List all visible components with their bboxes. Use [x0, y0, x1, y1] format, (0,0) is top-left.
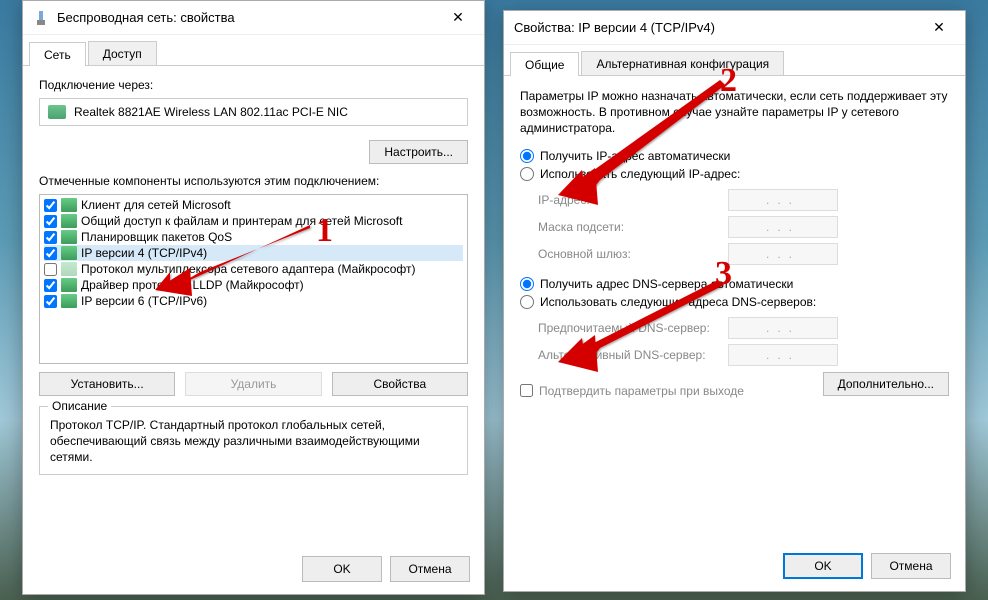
list-item-label: Драйвер протокола LLDP (Майкрософт)	[81, 278, 304, 292]
radio-label: Получить адрес DNS-сервера автоматически	[540, 277, 793, 291]
list-item-label: Общий доступ к файлам и принтерам для се…	[81, 214, 402, 228]
radio-ip-manual[interactable]: Использовать следующий IP-адрес:	[520, 167, 949, 181]
adapter-icon	[48, 105, 66, 119]
advanced-button[interactable]: Дополнительно...	[823, 372, 949, 396]
list-item[interactable]: Общий доступ к файлам и принтерам для се…	[44, 213, 463, 229]
network-properties-dialog: Беспроводная сеть: свойства ✕ Сеть Досту…	[22, 0, 485, 595]
ok-button[interactable]: OK	[302, 556, 382, 582]
checkbox-label: Подтвердить параметры при выходе	[539, 384, 744, 398]
radio-ip-auto[interactable]: Получить IP-адрес автоматически	[520, 149, 949, 163]
radio-dns-auto[interactable]: Получить адрес DNS-сервера автоматически	[520, 277, 949, 291]
list-item[interactable]: Протокол мультиплексора сетевого адаптер…	[44, 261, 463, 277]
protocol-icon	[61, 198, 77, 212]
list-item[interactable]: Драйвер протокола LLDP (Майкрософт)	[44, 277, 463, 293]
protocol-icon	[61, 230, 77, 244]
list-item-label: IP версии 4 (TCP/IPv4)	[81, 246, 207, 260]
dns-pref-label: Предпочитаемый DNS-сервер:	[538, 321, 728, 335]
ip-label: IP-адрес:	[538, 193, 728, 207]
adapter-box: Realtek 8821AE Wireless LAN 802.11ac PCI…	[39, 98, 468, 126]
list-item[interactable]: IP версии 6 (TCP/IPv6)	[44, 293, 463, 309]
components-label: Отмеченные компоненты используются этим …	[39, 174, 468, 188]
gateway-input: ...	[728, 243, 838, 265]
description-text: Протокол TCP/IP. Стандартный протокол гл…	[50, 417, 457, 466]
protocol-icon	[61, 246, 77, 260]
dns-radio-group: Получить адрес DNS-сервера автоматически…	[520, 277, 949, 309]
list-item-selected[interactable]: IP версии 4 (TCP/IPv4)	[44, 245, 463, 261]
components-list[interactable]: Клиент для сетей Microsoft Общий доступ …	[39, 194, 468, 364]
ipv4-properties-dialog: Свойства: IP версии 4 (TCP/IPv4) ✕ Общие…	[503, 10, 966, 592]
tab-row: Общие Альтернативная конфигурация	[504, 45, 965, 76]
tab-network[interactable]: Сеть	[29, 42, 86, 66]
properties-button[interactable]: Свойства	[332, 372, 468, 396]
cancel-button[interactable]: Отмена	[390, 556, 470, 582]
dns-alt-label: Альтернативный DNS-сервер:	[538, 348, 728, 362]
mask-label: Маска подсети:	[538, 220, 728, 234]
gateway-label: Основной шлюз:	[538, 247, 728, 261]
dns-fields: Предпочитаемый DNS-сервер:... Альтернати…	[520, 317, 949, 366]
configure-button[interactable]: Настроить...	[369, 140, 468, 164]
connect-via-label: Подключение через:	[39, 78, 468, 92]
radio-label: Использовать следующий IP-адрес:	[540, 167, 740, 181]
radio-input[interactable]	[520, 277, 534, 291]
checkbox[interactable]	[44, 247, 57, 260]
ip-fields: IP-адрес:... Маска подсети:... Основной …	[520, 189, 949, 265]
ok-button[interactable]: OK	[783, 553, 863, 579]
network-adapter-icon	[33, 10, 49, 26]
dns-alt-input: ...	[728, 344, 838, 366]
protocol-icon	[61, 278, 77, 292]
tab-general[interactable]: Общие	[510, 52, 579, 76]
titlebar: Свойства: IP версии 4 (TCP/IPv4) ✕	[504, 11, 965, 45]
radio-input[interactable]	[520, 167, 534, 181]
tab-alternative[interactable]: Альтернативная конфигурация	[581, 51, 784, 75]
protocol-icon	[61, 262, 77, 276]
info-text: Параметры IP можно назначать автоматичес…	[520, 88, 949, 137]
mask-input: ...	[728, 216, 838, 238]
list-item-label: Планировщик пакетов QoS	[81, 230, 232, 244]
ip-input: ...	[728, 189, 838, 211]
protocol-icon	[61, 214, 77, 228]
radio-dns-manual[interactable]: Использовать следующие адреса DNS-сервер…	[520, 295, 949, 309]
uninstall-button: Удалить	[185, 372, 321, 396]
list-item-label: Протокол мультиплексора сетевого адаптер…	[81, 262, 415, 276]
titlebar: Беспроводная сеть: свойства ✕	[23, 1, 484, 35]
checkbox[interactable]	[44, 295, 57, 308]
list-item-label: IP версии 6 (TCP/IPv6)	[81, 294, 207, 308]
tab-access[interactable]: Доступ	[88, 41, 157, 65]
dns-pref-input: ...	[728, 317, 838, 339]
checkbox[interactable]	[520, 384, 533, 397]
list-item[interactable]: Клиент для сетей Microsoft	[44, 197, 463, 213]
install-button[interactable]: Установить...	[39, 372, 175, 396]
list-item-label: Клиент для сетей Microsoft	[81, 198, 231, 212]
radio-label: Получить IP-адрес автоматически	[540, 149, 730, 163]
checkbox[interactable]	[44, 263, 57, 276]
adapter-name: Realtek 8821AE Wireless LAN 802.11ac PCI…	[74, 105, 348, 119]
checkbox[interactable]	[44, 231, 57, 244]
description-title: Описание	[48, 399, 111, 413]
radio-label: Использовать следующие адреса DNS-сервер…	[540, 295, 816, 309]
checkbox[interactable]	[44, 199, 57, 212]
ip-radio-group: Получить IP-адрес автоматически Использо…	[520, 149, 949, 181]
description-group: Описание Протокол TCP/IP. Стандартный пр…	[39, 406, 468, 475]
tab-row: Сеть Доступ	[23, 35, 484, 66]
protocol-icon	[61, 294, 77, 308]
radio-input[interactable]	[520, 295, 534, 309]
close-button[interactable]: ✕	[438, 4, 478, 32]
checkbox[interactable]	[44, 215, 57, 228]
radio-input[interactable]	[520, 149, 534, 163]
dialog-title: Беспроводная сеть: свойства	[57, 10, 438, 25]
dialog-title: Свойства: IP версии 4 (TCP/IPv4)	[514, 20, 919, 35]
checkbox[interactable]	[44, 279, 57, 292]
list-item[interactable]: Планировщик пакетов QoS	[44, 229, 463, 245]
cancel-button[interactable]: Отмена	[871, 553, 951, 579]
close-button[interactable]: ✕	[919, 14, 959, 42]
